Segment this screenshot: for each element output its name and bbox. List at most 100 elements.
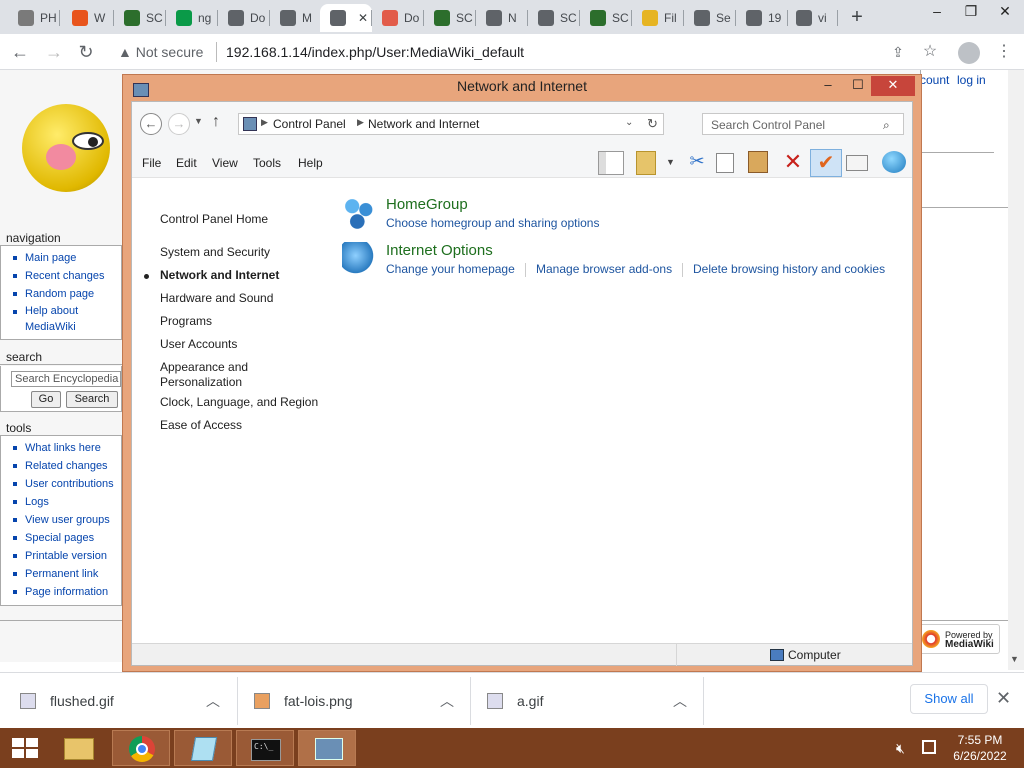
chevron-up-icon[interactable]: ︿: [440, 691, 454, 711]
taskbar-command-prompt[interactable]: C:\_: [236, 730, 294, 766]
wiki-search-input[interactable]: Search Encyclopedia: [11, 371, 121, 387]
not-secure-indicator[interactable]: ▲ Not secure: [118, 44, 203, 60]
tab-8[interactable]: SC: [424, 4, 476, 32]
delete-icon[interactable]: ✕: [780, 151, 806, 175]
download-item[interactable]: fat-lois.png ︿: [254, 685, 464, 717]
chevron-up-icon[interactable]: ︿: [673, 691, 687, 711]
tool-link[interactable]: Logs: [11, 493, 121, 511]
nav-link[interactable]: Help about MediaWiki: [11, 303, 121, 335]
close-browser-button[interactable]: ✕: [988, 0, 1022, 24]
close-tab-icon[interactable]: ✕: [358, 11, 368, 25]
tool-link[interactable]: Permanent link: [11, 565, 121, 583]
share-icon[interactable]: ⇪: [886, 40, 910, 64]
sidebar-item-programs[interactable]: Programs: [160, 314, 330, 329]
manage-addons-link[interactable]: Manage browser add-ons: [536, 262, 672, 276]
sidebar-item-user-accounts[interactable]: User Accounts: [160, 337, 330, 352]
page-scrollbar[interactable]: [1008, 70, 1024, 670]
sidebar-item-system-security[interactable]: System and Security: [160, 245, 330, 260]
delete-history-link[interactable]: Delete browsing history and cookies: [693, 262, 885, 276]
homegroup-icon[interactable]: [342, 196, 376, 230]
sidebar-item-appearance[interactable]: Appearance and Personalization: [160, 360, 270, 390]
taskbar-control-panel[interactable]: [298, 730, 356, 766]
folder-options-icon[interactable]: [636, 151, 656, 175]
new-tab-button[interactable]: +: [846, 6, 868, 28]
tab-3[interactable]: ng: [166, 4, 218, 32]
log-in-link[interactable]: log in: [957, 73, 986, 87]
copy-icon[interactable]: [716, 153, 734, 173]
window-minimize-button[interactable]: –: [813, 76, 843, 96]
taskbar-file-explorer[interactable]: [50, 730, 108, 766]
internet-globe-icon[interactable]: [882, 151, 906, 173]
sidebar-item-clock-language[interactable]: Clock, Language, and Region: [160, 395, 330, 410]
internet-options-title[interactable]: Internet Options: [386, 242, 493, 259]
tab-10[interactable]: SC: [528, 4, 580, 32]
breadcrumb-arrow-icon[interactable]: ▶: [357, 117, 364, 128]
forward-icon[interactable]: →: [42, 40, 66, 64]
recent-locations-chevron-icon[interactable]: ▼: [194, 116, 203, 126]
menu-tools[interactable]: Tools: [253, 156, 281, 170]
choose-homegroup-link[interactable]: Choose homegroup and sharing options: [386, 216, 599, 230]
window-maximize-button[interactable]: ☐: [843, 76, 873, 96]
nav-link[interactable]: Recent changes: [11, 267, 121, 285]
tool-link[interactable]: Page information: [11, 583, 121, 601]
address-breadcrumb[interactable]: ▶ Control Panel ▶ Network and Internet ⌄…: [238, 113, 664, 135]
tab-15[interactable]: vi: [786, 4, 838, 32]
account-link[interactable]: count: [920, 73, 949, 87]
back-arrow-icon[interactable]: ←: [140, 113, 162, 135]
window-close-button[interactable]: ✕: [871, 76, 915, 96]
sidebar-item-control-panel-home[interactable]: Control Panel Home: [160, 212, 330, 227]
download-item[interactable]: flushed.gif ︿: [20, 685, 230, 717]
tool-link[interactable]: Related changes: [11, 457, 121, 475]
tool-link[interactable]: Special pages: [11, 529, 121, 547]
close-shelf-icon[interactable]: ✕: [996, 688, 1011, 709]
nav-link[interactable]: Main page: [11, 249, 121, 267]
tab-2[interactable]: SC: [114, 4, 166, 32]
tab-12[interactable]: Fil: [632, 4, 684, 32]
tab-6[interactable]: ✕: [320, 4, 372, 32]
cut-icon[interactable]: ✂: [684, 151, 710, 175]
reload-icon[interactable]: ↻: [74, 40, 98, 64]
download-item[interactable]: a.gif ︿: [487, 685, 697, 717]
sidebar-item-ease-of-access[interactable]: Ease of Access: [160, 418, 330, 433]
address-dropdown-icon[interactable]: ⌄: [625, 117, 633, 128]
url-text[interactable]: 192.168.1.14/index.php/User:MediaWiki_de…: [226, 44, 524, 60]
bookmark-star-icon[interactable]: ☆: [918, 40, 942, 64]
tool-link[interactable]: Printable version: [11, 547, 121, 565]
tab-14[interactable]: 19: [736, 4, 788, 32]
tool-link[interactable]: View user groups: [11, 511, 121, 529]
nav-link[interactable]: Random page: [11, 285, 121, 303]
forward-arrow-icon[interactable]: →: [168, 113, 190, 135]
start-button[interactable]: [0, 730, 50, 766]
tab-9[interactable]: N: [476, 4, 528, 32]
change-homepage-link[interactable]: Change your homepage: [386, 262, 515, 276]
breadcrumb-network-internet[interactable]: Network and Internet: [368, 117, 479, 131]
menu-edit[interactable]: Edit: [176, 156, 197, 170]
paste-icon[interactable]: [748, 151, 768, 173]
preview-pane-icon[interactable]: [598, 151, 624, 175]
sidebar-item-network-internet[interactable]: Network and Internet: [160, 268, 330, 283]
tab-0[interactable]: PH: [8, 4, 60, 32]
go-button[interactable]: Go: [31, 391, 61, 408]
breadcrumb-arrow-icon[interactable]: ▶: [261, 117, 268, 128]
sidebar-item-hardware-sound[interactable]: Hardware and Sound: [160, 291, 330, 306]
up-arrow-icon[interactable]: ↑: [212, 113, 220, 131]
homegroup-title[interactable]: HomeGroup: [386, 196, 468, 213]
maximize-button[interactable]: ❐: [954, 0, 988, 24]
taskbar-chrome[interactable]: [112, 730, 170, 766]
internet-options-icon[interactable]: [342, 242, 376, 276]
tab-1[interactable]: W: [62, 4, 114, 32]
chevron-up-icon[interactable]: ︿: [206, 691, 220, 711]
speaker-muted-icon[interactable]: 🔇︎: [896, 740, 905, 757]
tab-4[interactable]: Do: [218, 4, 270, 32]
rename-icon[interactable]: [846, 155, 868, 171]
powered-by-mediawiki-badge[interactable]: Powered by MediaWiki: [916, 624, 1000, 654]
tool-link[interactable]: User contributions: [11, 475, 121, 493]
scroll-down-arrow-icon[interactable]: ▼: [1010, 654, 1019, 664]
taskbar-notepad[interactable]: [174, 730, 232, 766]
menu-help[interactable]: Help: [298, 156, 323, 170]
search-button[interactable]: Search: [66, 391, 118, 408]
search-control-panel-input[interactable]: Search Control Panel ⌕: [702, 113, 904, 135]
tab-13[interactable]: Se: [684, 4, 736, 32]
breadcrumb-control-panel[interactable]: Control Panel: [273, 117, 346, 131]
tab-5[interactable]: M: [270, 4, 322, 32]
